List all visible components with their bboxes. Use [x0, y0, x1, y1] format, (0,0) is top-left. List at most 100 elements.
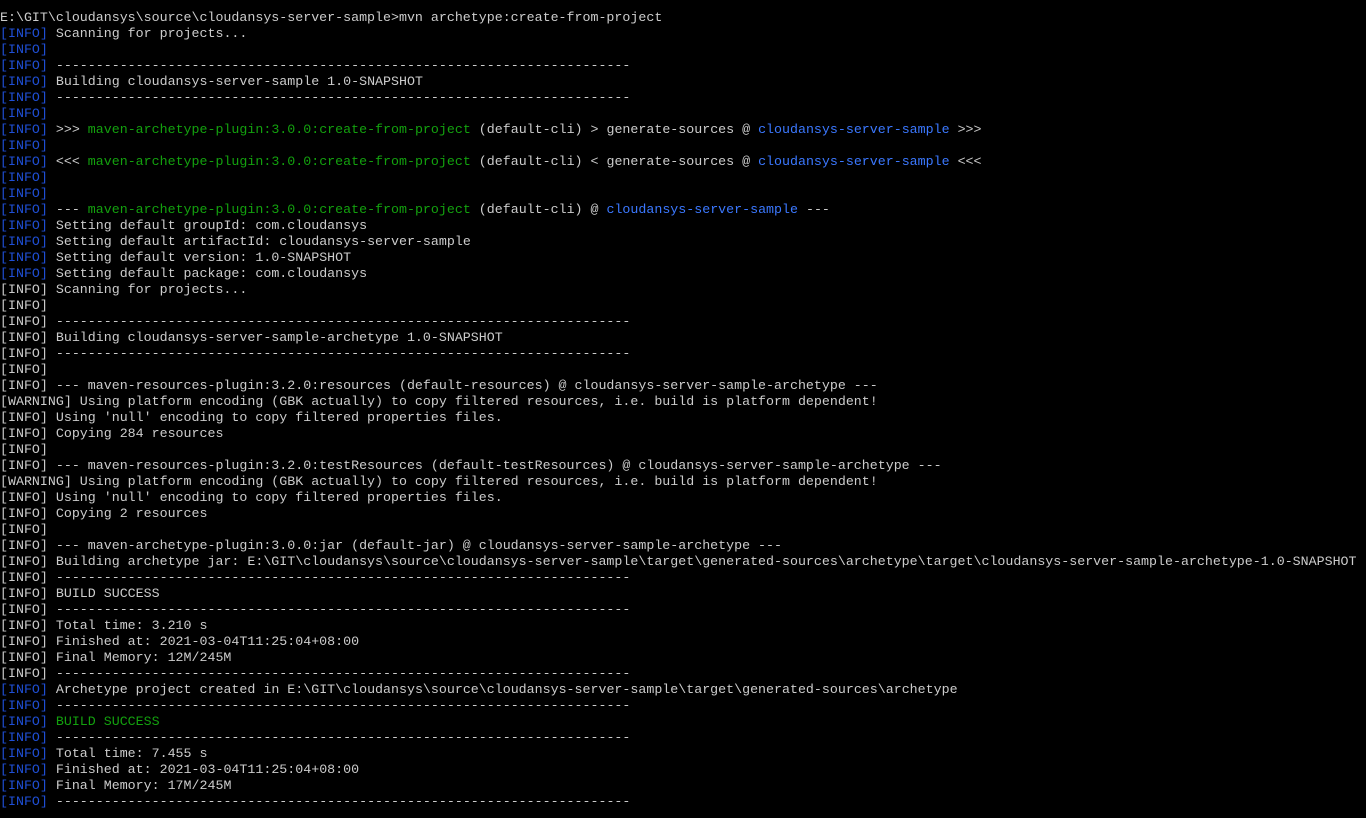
console-line: [INFO] ---------------------------------…	[0, 58, 1366, 74]
console-text-segment: [INFO]	[0, 42, 48, 57]
console-line: [INFO] Setting default groupId: com.clou…	[0, 218, 1366, 234]
console-text-segment: [INFO]	[0, 90, 48, 105]
console-line: [INFO] Building cloudansys-server-sample…	[0, 330, 1366, 346]
console-text-segment: [INFO] Building cloudansys-server-sample…	[0, 330, 503, 345]
console-text-segment: BUILD SUCCESS	[47, 714, 160, 729]
console-text-segment: [INFO]	[0, 522, 48, 537]
console-text-segment: Building cloudansys-server-sample 1.0-SN…	[47, 74, 423, 89]
console-text-segment: Total time: 7.455 s	[47, 746, 208, 761]
console-text-segment: [INFO]	[0, 698, 48, 713]
console-text-segment: >>>	[949, 122, 982, 137]
console-line: [INFO] --- maven-resources-plugin:3.2.0:…	[0, 378, 1366, 394]
console-line: [INFO] ---------------------------------…	[0, 314, 1366, 330]
console-line: [INFO] ---------------------------------…	[0, 730, 1366, 746]
console-text-segment: [INFO] Using 'null' encoding to copy fil…	[0, 490, 503, 505]
console-line: [INFO] Using 'null' encoding to copy fil…	[0, 410, 1366, 426]
console-text-segment: Finished at: 2021-03-04T11:25:04+08:00	[47, 762, 360, 777]
console-text-segment: [INFO]	[0, 218, 48, 233]
console-line: [WARNING] Using platform encoding (GBK a…	[0, 394, 1366, 410]
console-line: [INFO] ---------------------------------…	[0, 570, 1366, 586]
console-text-segment: cloudansys-server-sample	[758, 122, 950, 137]
console-text-segment: [INFO]	[0, 778, 48, 793]
console-text-segment: Setting default groupId: com.cloudansys	[47, 218, 368, 233]
console-text-segment: [INFO]	[0, 186, 48, 201]
console-line: [INFO] Setting default package: com.clou…	[0, 266, 1366, 282]
console-text-segment: Setting default artifactId: cloudansys-s…	[47, 234, 471, 249]
command-prompt-line: E:\GIT\cloudansys\source\cloudansys-serv…	[0, 10, 1366, 26]
console-line: [INFO] Finished at: 2021-03-04T11:25:04+…	[0, 634, 1366, 650]
console-line: [INFO] Using 'null' encoding to copy fil…	[0, 490, 1366, 506]
console-line: [INFO] Scanning for projects...	[0, 26, 1366, 42]
console-text-segment: Setting default package: com.cloudansys	[47, 266, 368, 281]
console-text-segment: [	[0, 26, 8, 41]
console-text-segment: [INFO] BUILD SUCCESS	[0, 586, 160, 601]
console-text-segment: ----------------------------------------…	[47, 794, 631, 809]
console-text-segment: Archetype project created in E:\GIT\clou…	[47, 682, 958, 697]
console-text-segment: [INFO] ---------------------------------…	[0, 602, 631, 617]
console-line: [INFO]	[0, 442, 1366, 458]
console-line: [INFO]	[0, 170, 1366, 186]
console-text-segment: [INFO]	[0, 122, 48, 137]
console-text-segment: maven-archetype-plugin:3.0.0:create-from…	[87, 202, 471, 217]
console-text-segment: [WARNING] Using platform encoding (GBK a…	[0, 394, 878, 409]
console-text-segment: [INFO] ---------------------------------…	[0, 570, 631, 585]
console-line: [INFO] BUILD SUCCESS	[0, 586, 1366, 602]
console-text-segment: E:\GIT\cloudansys\source\cloudansys-serv…	[0, 10, 663, 25]
console-text-segment: [INFO]	[0, 746, 48, 761]
console-line: [INFO] --- maven-archetype-plugin:3.0.0:…	[0, 202, 1366, 218]
console-line: [WARNING] Using platform encoding (GBK a…	[0, 474, 1366, 490]
console-line: [INFO] Building cloudansys-server-sample…	[0, 74, 1366, 90]
console-text-segment: ----------------------------------------…	[47, 730, 631, 745]
console-line: [INFO]	[0, 298, 1366, 314]
console-text-segment: [INFO]	[0, 234, 48, 249]
console-text-segment: [INFO] Using 'null' encoding to copy fil…	[0, 410, 503, 425]
console-line: [INFO] Total time: 7.455 s	[0, 746, 1366, 762]
console-line: [INFO] Copying 284 resources	[0, 426, 1366, 442]
console-text-segment: [INFO]	[0, 154, 48, 169]
console-text-segment: maven-archetype-plugin:3.0.0:create-from…	[87, 122, 471, 137]
console-text-segment: [INFO] Building archetype jar: E:\GIT\cl…	[0, 554, 1357, 569]
console-line: [INFO] Setting default artifactId: cloud…	[0, 234, 1366, 250]
console-text-segment: [INFO] Copying 284 resources	[0, 426, 224, 441]
console-line: [INFO] ---------------------------------…	[0, 90, 1366, 106]
console-line: [INFO] Final Memory: 12M/245M	[0, 650, 1366, 666]
console-text-segment: ---	[797, 202, 830, 217]
console-line: [INFO]	[0, 362, 1366, 378]
console-text-segment: INFO	[7, 26, 40, 41]
console-text-segment: [INFO] --- maven-resources-plugin:3.2.0:…	[0, 458, 942, 473]
console-text-segment: [INFO]	[0, 730, 48, 745]
console-text-segment: [INFO] ---------------------------------…	[0, 314, 631, 329]
console-line: [INFO] Setting default version: 1.0-SNAP…	[0, 250, 1366, 266]
console-line: [INFO] ---------------------------------…	[0, 666, 1366, 682]
console-line: [INFO] >>> maven-archetype-plugin:3.0.0:…	[0, 122, 1366, 138]
console-line: [INFO] ---------------------------------…	[0, 698, 1366, 714]
console-text-segment: ----------------------------------------…	[47, 90, 631, 105]
console-text-segment: ----------------------------------------…	[47, 58, 631, 73]
console-text-segment: (default-cli) > generate-sources @	[470, 122, 759, 137]
console-line: [INFO] Scanning for projects...	[0, 282, 1366, 298]
console-text-segment: Final Memory: 17M/245M	[47, 778, 232, 793]
console-text-segment: [INFO]	[0, 442, 48, 457]
console-text-segment: [INFO] Copying 2 resources	[0, 506, 208, 521]
console-line: [INFO]	[0, 106, 1366, 122]
console-text-segment: cloudansys-server-sample	[758, 154, 950, 169]
console-text-segment: ---	[47, 202, 88, 217]
console-text-segment: [INFO] Final Memory: 12M/245M	[0, 650, 232, 665]
console-text-segment: [INFO]	[0, 682, 48, 697]
console-line: [INFO] Final Memory: 17M/245M	[0, 778, 1366, 794]
console-line: [INFO] Building archetype jar: E:\GIT\cl…	[0, 554, 1366, 570]
console-text-segment: [INFO] Scanning for projects...	[0, 282, 248, 297]
console-text-segment: [INFO]	[0, 106, 48, 121]
console-line: [INFO] Archetype project created in E:\G…	[0, 682, 1366, 698]
console-output[interactable]: E:\GIT\cloudansys\source\cloudansys-serv…	[0, 10, 1366, 818]
console-line: [INFO] ---------------------------------…	[0, 602, 1366, 618]
console-text-segment: Scanning for projects...	[47, 26, 248, 41]
console-text-segment: [WARNING] Using platform encoding (GBK a…	[0, 474, 878, 489]
console-text-segment: ]	[39, 26, 48, 41]
console-line: [INFO] BUILD SUCCESS	[0, 714, 1366, 730]
console-text-segment: >>>	[47, 122, 88, 137]
console-text-segment: [INFO]	[0, 298, 48, 313]
console-text-segment: ----------------------------------------…	[47, 698, 631, 713]
console-text-segment: [INFO] ---------------------------------…	[0, 666, 631, 681]
console-text-segment: [INFO]	[0, 266, 48, 281]
